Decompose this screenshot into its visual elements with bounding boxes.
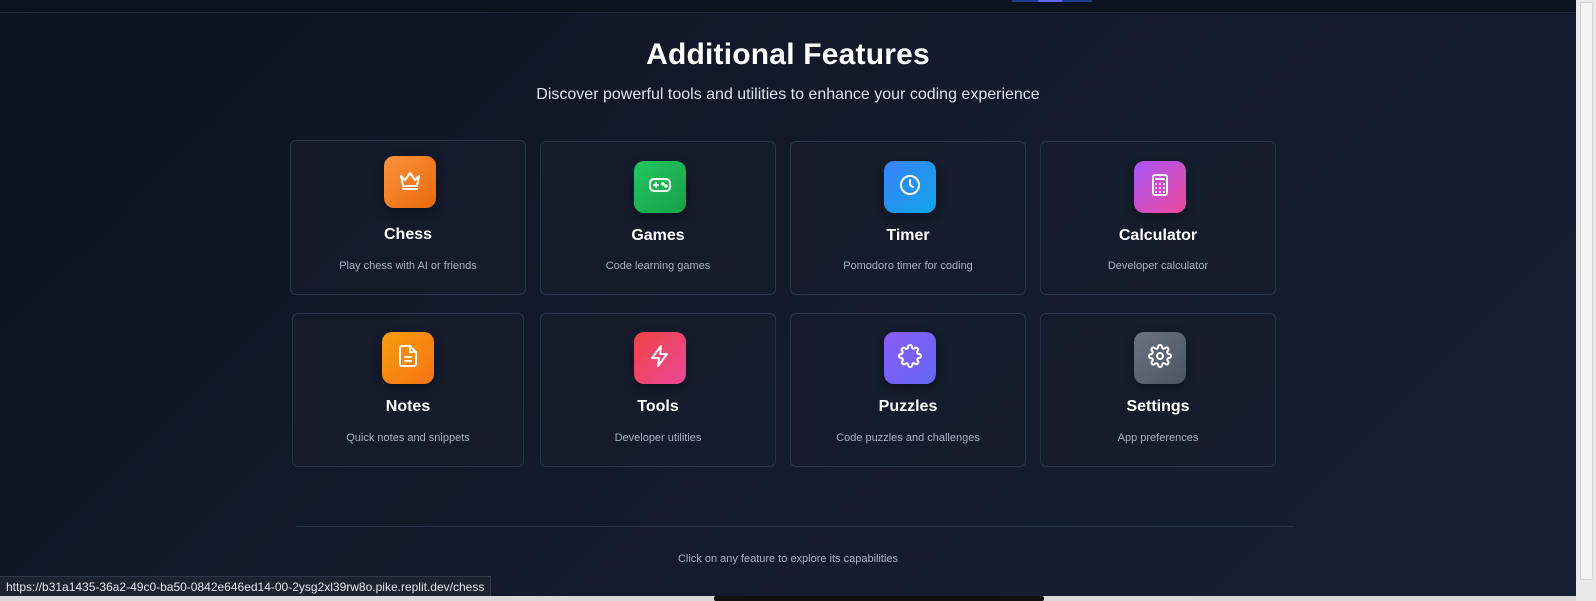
- gear-icon: [1148, 343, 1172, 373]
- icon-tile: [634, 332, 686, 384]
- icon-tile: [382, 332, 434, 384]
- icon-tile: [884, 332, 936, 384]
- footer-hint: Click on any feature to explore its capa…: [677, 553, 899, 565]
- feature-description: Play chess with AI or friends: [339, 260, 477, 272]
- feature-card-chess[interactable]: Chess Play chess with AI or friends: [290, 140, 526, 295]
- icon-tile: [384, 156, 436, 208]
- crown-icon: [398, 168, 422, 197]
- feature-card-settings[interactable]: Settings App preferences: [1040, 313, 1276, 467]
- puzzle-icon: [898, 343, 922, 373]
- feature-description: Developer calculator: [1107, 260, 1209, 272]
- feature-card-puzzles[interactable]: Puzzles Code puzzles and challenges: [790, 313, 1026, 467]
- feature-description: Quick notes and snippets: [346, 432, 470, 444]
- feature-description: Code learning games: [605, 260, 711, 272]
- scrollbar-thumb[interactable]: [1580, 2, 1593, 580]
- feature-title: Timer: [886, 227, 930, 244]
- feature-card-games[interactable]: Games Code learning games: [540, 141, 776, 295]
- top-navbar-edge: [0, 0, 1576, 13]
- icon-tile: [1134, 332, 1186, 384]
- link-preview-status: https://b31a1435-36a2-49c0-ba50-0842e646…: [0, 576, 492, 596]
- calculator-icon: [1148, 173, 1172, 202]
- feature-description: Pomodoro timer for coding: [843, 260, 973, 272]
- gamepad-icon: [648, 173, 672, 202]
- icon-tile: [884, 161, 936, 213]
- bottom-scrollbar-thumb[interactable]: [714, 596, 1044, 601]
- clock-icon: [898, 173, 922, 202]
- page-subtitle: Discover powerful tools and utilities to…: [536, 86, 1040, 103]
- feature-card-notes[interactable]: Notes Quick notes and snippets: [292, 313, 524, 467]
- feature-card-timer[interactable]: Timer Pomodoro timer for coding: [790, 141, 1026, 295]
- feature-card-tools[interactable]: Tools Developer utilities: [540, 313, 776, 467]
- file-text-icon: [396, 344, 420, 373]
- feature-card-calculator[interactable]: Calculator Developer calculator: [1040, 141, 1276, 295]
- feature-description: Code puzzles and challenges: [836, 432, 980, 444]
- feature-title: Tools: [637, 398, 679, 415]
- feature-description: Developer utilities: [614, 432, 702, 444]
- feature-title: Puzzles: [878, 398, 938, 415]
- vertical-scrollbar[interactable]: [1576, 0, 1596, 601]
- feature-title: Calculator: [1118, 227, 1198, 244]
- footer-divider: [296, 526, 1294, 527]
- page: Additional Features Discover powerful to…: [0, 0, 1596, 601]
- feature-title: Settings: [1126, 398, 1190, 415]
- feature-description: App preferences: [1117, 432, 1199, 444]
- active-nav-indicator: [1012, 0, 1092, 2]
- icon-tile: [634, 161, 686, 213]
- zap-icon: [648, 344, 672, 373]
- feature-title: Chess: [383, 226, 433, 243]
- page-title: Additional Features: [646, 38, 930, 71]
- feature-title: Games: [631, 227, 685, 244]
- feature-title: Notes: [385, 398, 431, 415]
- icon-tile: [1134, 161, 1186, 213]
